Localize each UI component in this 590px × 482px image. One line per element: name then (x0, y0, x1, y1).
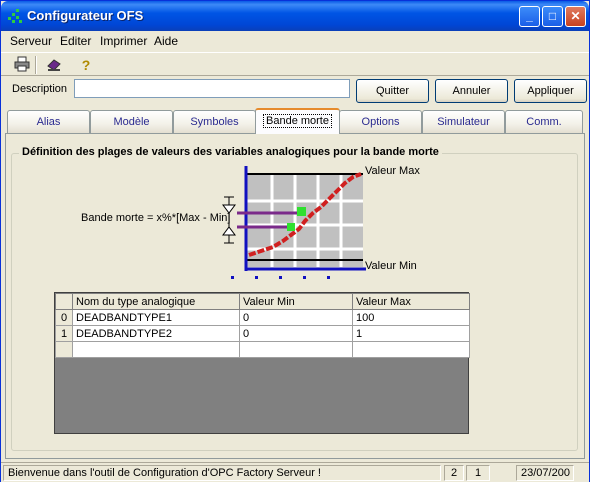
toolbar-separator (35, 56, 37, 74)
tab-options[interactable]: Options (339, 110, 422, 133)
cancel-button[interactable]: Annuler (435, 79, 508, 103)
printer-icon[interactable] (13, 56, 31, 74)
cell-min[interactable]: 0 (239, 325, 353, 342)
group-title: Définition des plages de valeurs des var… (19, 146, 442, 158)
tab-label: Symboles (190, 116, 239, 128)
status-message: Bienvenue dans l'outil de Configuration … (3, 465, 441, 481)
tab-label: Simulateur (437, 116, 490, 128)
cell-name[interactable]: DEADBANDTYPE1 (72, 309, 240, 326)
help-icon[interactable]: ? (77, 56, 95, 74)
close-icon: ✕ (570, 9, 581, 23)
status-bar: Bienvenue dans l'outil de Configuration … (1, 462, 589, 482)
cell-max[interactable]: 1 (352, 325, 470, 342)
tab-label: Alias (36, 116, 61, 128)
table-row[interactable]: 1 DEADBANDTYPE2 0 1 (55, 325, 470, 342)
analog-types-grid[interactable]: Nom du type analogique Valeur Min Valeur… (54, 292, 470, 434)
axis-ticks (231, 276, 330, 279)
cell-max[interactable]: 100 (352, 309, 470, 326)
column-header-name[interactable]: Nom du type analogique (72, 293, 240, 310)
value-min-label: Valeur Min (365, 260, 417, 272)
cell-name[interactable]: DEADBANDTYPE2 (72, 325, 240, 342)
tab-comm[interactable]: Comm. (505, 110, 583, 133)
menu-imprimer[interactable]: Imprimer (100, 34, 147, 48)
sample-point (287, 223, 295, 231)
title-bar[interactable]: Configurateur OFS _ □ ✕ (1, 1, 589, 31)
menu-aide[interactable]: Aide (154, 34, 178, 48)
table-header-row: Nom du type analogique Valeur Min Valeur… (55, 293, 470, 310)
table-row[interactable]: 0 DEADBANDTYPE1 0 100 (55, 309, 470, 326)
apply-button[interactable]: Appliquer (514, 79, 587, 103)
description-input[interactable] (74, 79, 350, 98)
toolbar: ? (1, 52, 589, 76)
window-title: Configurateur OFS (27, 8, 144, 23)
description-label: Description (12, 83, 68, 95)
column-header-min[interactable]: Valeur Min (239, 293, 353, 310)
quit-button-label: Quitter (375, 85, 409, 97)
minimize-icon: _ (526, 9, 533, 23)
cell-min[interactable] (239, 341, 353, 358)
tab-modele[interactable]: Modèle (90, 110, 173, 133)
tab-bande-morte[interactable]: Bande morte (255, 108, 340, 134)
deadband-diagram (222, 166, 366, 279)
apply-button-label: Appliquer (527, 85, 574, 97)
tab-label: Comm. (526, 116, 562, 128)
tab-label: Options (361, 116, 400, 128)
minimize-button[interactable]: _ (519, 6, 540, 27)
tab-symboles[interactable]: Symboles (173, 110, 256, 133)
maximize-icon: □ (548, 9, 557, 23)
row-index: 0 (55, 309, 73, 326)
row-index: 1 (55, 325, 73, 342)
deadband-formula: Bande morte = x%*[Max - Min] (81, 212, 231, 224)
tab-alias[interactable]: Alias (7, 110, 90, 133)
main-window: Configurateur OFS _ □ ✕ Serveur Editer I… (0, 0, 590, 482)
column-header-max[interactable]: Valeur Max (352, 293, 470, 310)
tab-strip: Alias Modèle Symboles Bande morte Option… (5, 108, 585, 134)
row-header-corner (55, 293, 73, 310)
cancel-button-label: Annuler (452, 85, 491, 97)
cell-name[interactable] (72, 341, 240, 358)
status-date: 23/07/200 (516, 465, 574, 481)
analog-types-table: Nom du type analogique Valeur Min Valeur… (55, 293, 470, 358)
eraser-icon[interactable] (45, 56, 63, 74)
app-icon (8, 9, 22, 23)
tab-label: Modèle (113, 116, 150, 128)
cell-max[interactable] (352, 341, 470, 358)
sample-point (297, 207, 306, 216)
value-max-label: Valeur Max (365, 165, 420, 177)
menu-bar: Serveur Editer Imprimer Aide (1, 31, 589, 51)
menu-editer[interactable]: Editer (60, 34, 91, 48)
quit-button[interactable]: Quitter (356, 79, 429, 103)
status-pane-1: 2 (444, 465, 464, 481)
table-row-new[interactable] (55, 341, 470, 358)
tab-label: Bande morte (263, 114, 332, 128)
maximize-button[interactable]: □ (542, 6, 563, 27)
row-index (55, 341, 73, 358)
menu-serveur[interactable]: Serveur (10, 34, 52, 48)
status-pane-2: 1 (466, 465, 490, 481)
close-button[interactable]: ✕ (565, 6, 586, 27)
cell-min[interactable]: 0 (239, 309, 353, 326)
tab-simulateur[interactable]: Simulateur (422, 110, 505, 133)
